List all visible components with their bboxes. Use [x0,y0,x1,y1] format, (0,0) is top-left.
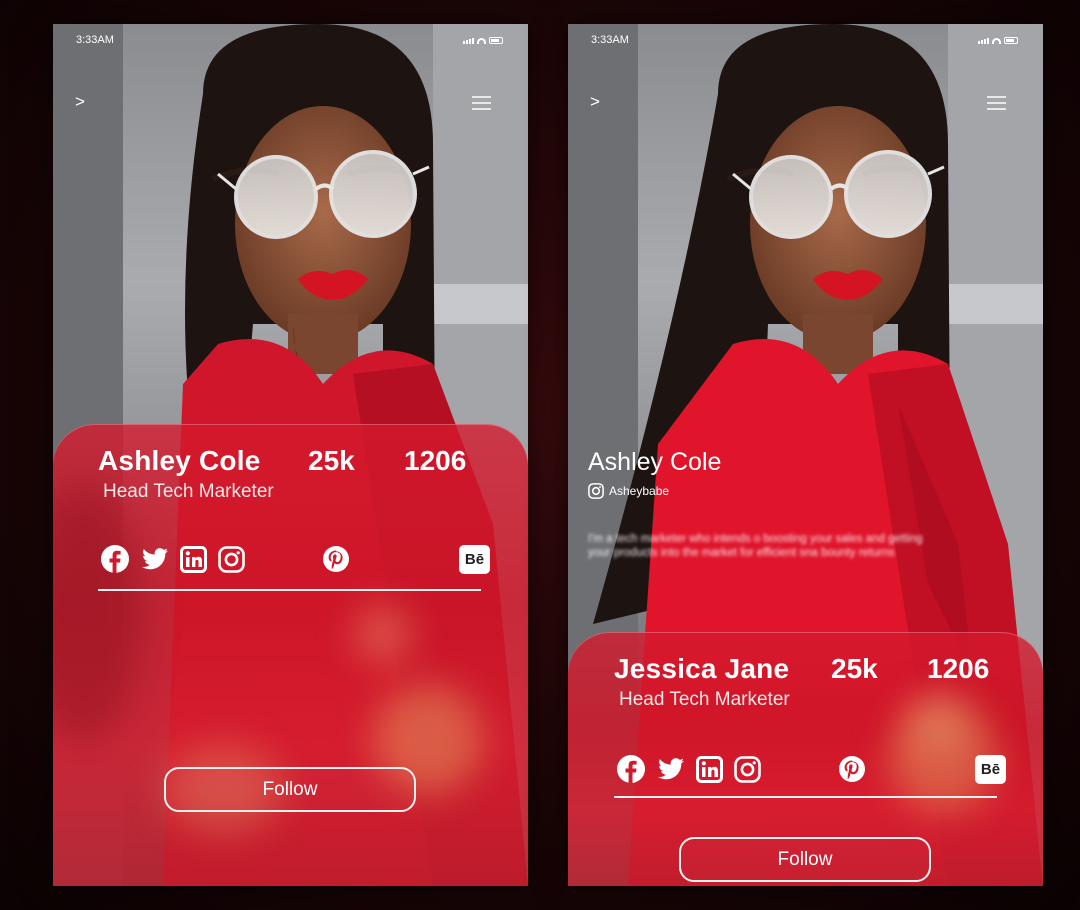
linkedin-icon[interactable] [695,755,723,783]
twitter-icon[interactable] [657,758,685,780]
profile-role: Head Tech Marketer [619,689,790,710]
back-arrow-icon[interactable]: > [590,92,600,112]
pinterest-icon[interactable] [837,755,867,783]
follow-button[interactable]: Follow [679,837,931,882]
social-divider [98,589,481,591]
status-bar: 3:33AM [568,24,1043,54]
behance-icon[interactable]: Bē [459,544,490,574]
hamburger-icon[interactable] [472,96,491,110]
status-bar: 3:33AM [53,24,528,54]
profile-card: Jessica Jane 25k 1206 Head Tech Marketer… [568,632,1043,886]
linkedin-icon[interactable] [179,545,207,573]
stat-following: 1206 [404,445,467,476]
instagram-icon[interactable] [733,755,761,783]
twitter-icon[interactable] [141,548,169,570]
bio-text: I'm a tech marketer who intends o boosti… [588,533,923,559]
social-links: Bē [615,754,1006,784]
follow-button[interactable]: Follow [164,767,416,812]
instagram-icon[interactable] [217,545,245,573]
wifi-icon [992,38,1001,44]
bio-handle-row: Asheybabe [588,483,669,499]
facebook-icon[interactable] [615,754,647,784]
battery-icon [489,37,503,44]
bio-name: Ashley Cole [588,448,722,476]
cellular-signal-icon [978,38,989,44]
hamburger-icon[interactable] [987,96,1006,110]
profile-name: Jessica Jane [614,653,790,684]
social-divider [614,796,997,798]
instagram-icon [588,483,604,499]
battery-icon [1004,37,1018,44]
behance-icon[interactable]: Bē [975,754,1006,784]
profile-screen-right: 3:33AM > Ashley Cole Asheybabe I'm a tec… [568,24,1043,886]
stat-following: 1206 [927,653,990,684]
back-arrow-icon[interactable]: > [75,92,85,112]
cellular-signal-icon [463,38,474,44]
profile-card: Ashley Cole 25k 1206 Head Tech Marketer … [53,424,528,886]
pinterest-icon[interactable] [321,545,351,573]
stat-followers: 25k [308,445,355,476]
facebook-icon[interactable] [99,544,131,574]
bio-handle: Asheybabe [609,484,670,498]
status-time: 3:33AM [76,34,114,46]
profile-screen-left: 3:33AM > Ashley Cole 25k 1206 Head Tech … [53,24,528,886]
profile-role: Head Tech Marketer [103,481,274,502]
status-time: 3:33AM [591,34,629,46]
behance-label: Bē [459,544,490,574]
behance-label: Bē [975,754,1006,784]
wifi-icon [477,38,486,44]
stat-followers: 25k [831,653,878,684]
profile-name: Ashley Cole [98,445,261,476]
social-links: Bē [99,544,490,574]
